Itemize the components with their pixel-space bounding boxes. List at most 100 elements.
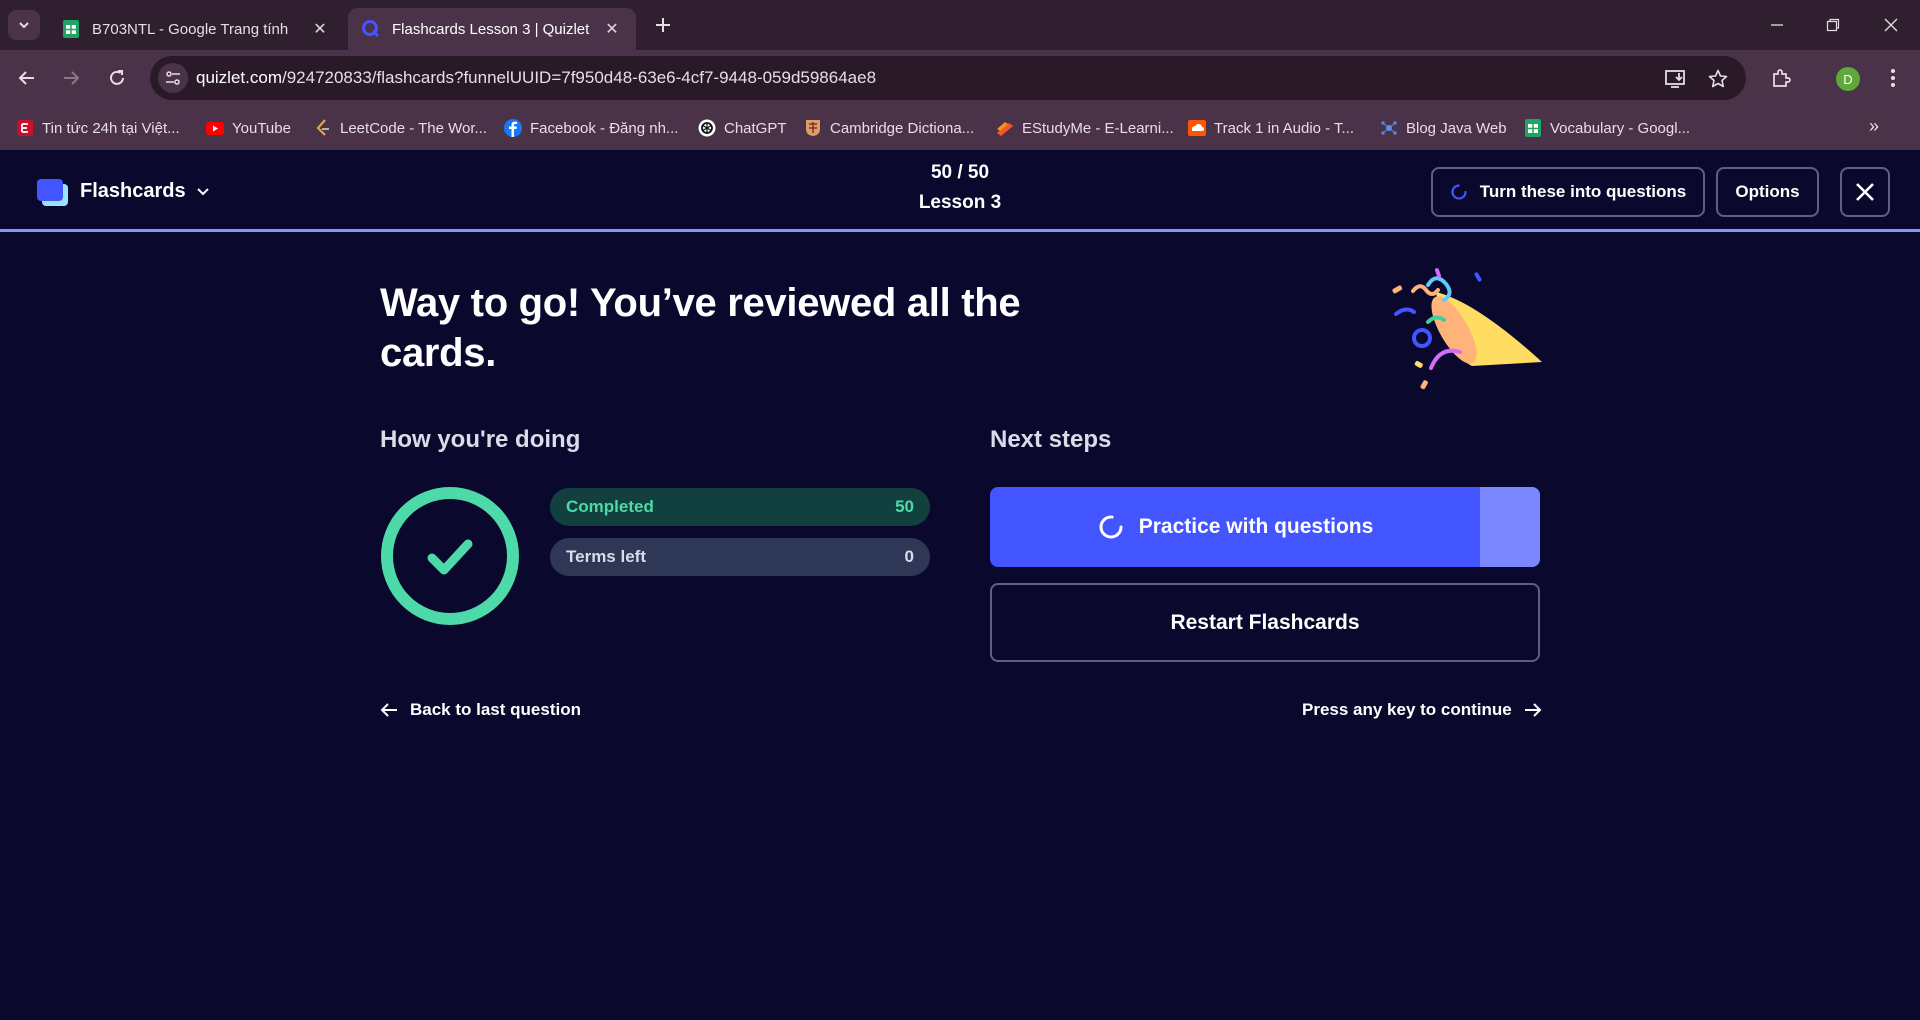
bookmark-item[interactable]: Track 1 in Audio - T... bbox=[1188, 116, 1354, 140]
chevron-down-icon bbox=[196, 188, 209, 196]
turn-into-questions-button[interactable]: Turn these into questions bbox=[1431, 167, 1705, 217]
site-info-button[interactable] bbox=[158, 63, 188, 93]
quizlet-icon bbox=[362, 20, 380, 38]
url-text: quizlet.com/924720833/flashcards?funnelU… bbox=[196, 68, 876, 88]
completed-label: Completed bbox=[566, 497, 654, 516]
bookmark-label: YouTube bbox=[232, 119, 291, 137]
completed-check-icon bbox=[381, 487, 519, 625]
profile-avatar[interactable]: D bbox=[1836, 67, 1860, 91]
puzzle-icon bbox=[1773, 69, 1791, 87]
progress-indicator: 50 / 50 Lesson 3 bbox=[860, 162, 1060, 214]
youtube-icon bbox=[206, 119, 224, 137]
study-mode-header: Flashcards 50 / 50 Lesson 3 Turn these i… bbox=[0, 150, 1920, 232]
party-popper-icon bbox=[1392, 268, 1542, 390]
bookmark-label: Cambridge Dictiona... bbox=[830, 119, 975, 137]
close-window-button[interactable] bbox=[1868, 8, 1914, 42]
url-path: /924720833/flashcards?funnelUUID=7f950d4… bbox=[281, 68, 877, 87]
back-to-last-question-link[interactable]: Back to last question bbox=[380, 698, 581, 722]
completed-stat: Completed 50 bbox=[550, 488, 930, 526]
browser-toolbar: quizlet.com/924720833/flashcards?funnelU… bbox=[0, 50, 1920, 106]
more-vert-icon bbox=[1891, 69, 1895, 87]
close-tab-icon[interactable]: ✕ bbox=[602, 19, 622, 39]
tab-search-button[interactable] bbox=[8, 10, 40, 40]
close-button[interactable] bbox=[1840, 167, 1890, 217]
bookmark-item[interactable]: EStudyMe - E-Learni... bbox=[996, 116, 1174, 140]
bookmark-star-button[interactable] bbox=[1706, 67, 1730, 91]
minimize-button[interactable] bbox=[1754, 8, 1800, 42]
set-title: Lesson 3 bbox=[918, 192, 1002, 213]
bookmark-item[interactable]: Cambridge Dictiona... bbox=[804, 116, 974, 140]
soundcloud-icon bbox=[1188, 119, 1206, 137]
plus-icon bbox=[656, 18, 670, 32]
next-steps-title: Next steps bbox=[990, 426, 1112, 453]
bookmark-label: Tin tức 24h tại Việt... bbox=[42, 119, 180, 137]
bookmark-label: ChatGPT bbox=[724, 119, 787, 137]
bookmarks-bar: Tin tức 24h tại Việt... YouTube LeetCode… bbox=[0, 106, 1920, 150]
completion-headline: Way to go! You’ve reviewed all the cards… bbox=[380, 281, 1021, 375]
practice-with-questions-button[interactable]: Practice with questions bbox=[990, 487, 1540, 567]
terms-left-stat: Terms left 0 bbox=[550, 538, 930, 576]
close-tab-icon[interactable]: ✕ bbox=[310, 19, 330, 39]
browser-menu-button[interactable] bbox=[1878, 63, 1908, 93]
loading-spinner-icon bbox=[1099, 515, 1123, 539]
bookmark-item[interactable]: LeetCode - The Wor... bbox=[314, 116, 487, 140]
terms-left-value: 0 bbox=[904, 547, 914, 566]
google-sheets-icon bbox=[63, 20, 79, 38]
press-any-key-hint[interactable]: Press any key to continue bbox=[1302, 698, 1542, 722]
chatgpt-icon bbox=[698, 119, 716, 137]
progress-count: 50 / 50 bbox=[930, 162, 990, 183]
reload-button[interactable] bbox=[102, 63, 132, 93]
restart-flashcards-button[interactable]: Restart Flashcards bbox=[990, 583, 1540, 662]
news-icon bbox=[16, 119, 34, 137]
arrow-right-icon bbox=[1524, 703, 1542, 717]
mode-label: Flashcards bbox=[80, 179, 186, 202]
extensions-button[interactable] bbox=[1766, 63, 1796, 93]
tab-title: Flashcards Lesson 3 | Quizlet bbox=[392, 20, 590, 38]
options-button[interactable]: Options bbox=[1716, 167, 1819, 217]
address-bar[interactable]: quizlet.com/924720833/flashcards?funnelU… bbox=[150, 56, 1746, 100]
bookmark-label: Blog Java Web bbox=[1406, 119, 1507, 137]
google-sheets-icon bbox=[1524, 119, 1542, 137]
restore-icon bbox=[1826, 18, 1840, 32]
arrow-left-icon bbox=[18, 71, 34, 85]
estudyme-icon bbox=[996, 119, 1014, 137]
url-host: quizlet.com bbox=[196, 68, 282, 87]
install-app-button[interactable] bbox=[1664, 67, 1688, 91]
minimize-icon bbox=[1771, 24, 1783, 26]
restore-button[interactable] bbox=[1810, 8, 1856, 42]
restart-label: Restart Flashcards bbox=[1170, 610, 1360, 634]
options-label: Options bbox=[1735, 182, 1800, 201]
bookmark-item[interactable]: Tin tức 24h tại Việt... bbox=[16, 116, 180, 140]
bookmark-item[interactable]: Vocabulary - Googl... bbox=[1524, 116, 1690, 140]
bookmark-item[interactable]: Facebook - Đăng nh... bbox=[504, 116, 678, 140]
continue-label: Press any key to continue bbox=[1302, 700, 1512, 719]
install-icon bbox=[1665, 70, 1685, 88]
flashcards-icon bbox=[34, 176, 68, 206]
terms-left-label: Terms left bbox=[566, 547, 646, 566]
turn-into-questions-label: Turn these into questions bbox=[1479, 182, 1687, 201]
star-icon bbox=[1708, 69, 1728, 88]
button-progress-shade bbox=[1480, 487, 1540, 567]
practice-label: Practice with questions bbox=[1138, 515, 1374, 538]
leetcode-icon bbox=[314, 119, 332, 137]
bookmark-item[interactable]: ChatGPT bbox=[698, 116, 787, 140]
bookmark-label: Vocabulary - Googl... bbox=[1550, 119, 1691, 137]
close-icon bbox=[1856, 183, 1874, 201]
bookmark-item[interactable]: YouTube bbox=[206, 116, 291, 140]
cambridge-icon bbox=[804, 119, 822, 137]
bookmark-item[interactable]: Blog Java Web bbox=[1380, 116, 1507, 140]
tab-quizlet[interactable]: Flashcards Lesson 3 | Quizlet ✕ bbox=[348, 8, 636, 50]
study-mode-dropdown[interactable]: Flashcards bbox=[34, 174, 210, 208]
back-button[interactable] bbox=[12, 63, 42, 93]
completed-value: 50 bbox=[895, 497, 914, 516]
bookmark-label: EStudyMe - E-Learni... bbox=[1022, 119, 1174, 137]
tab-google-sheets[interactable]: B703NTL - Google Trang tính ✕ bbox=[48, 8, 344, 50]
close-icon bbox=[1884, 18, 1898, 32]
bookmark-label: LeetCode - The Wor... bbox=[340, 119, 488, 137]
facebook-icon bbox=[504, 119, 522, 137]
more-bookmarks-button[interactable]: » bbox=[1860, 112, 1888, 140]
loading-spinner-icon bbox=[1451, 184, 1467, 200]
arrow-left-icon bbox=[380, 703, 397, 717]
forward-button[interactable] bbox=[56, 63, 86, 93]
new-tab-button[interactable] bbox=[650, 12, 676, 38]
